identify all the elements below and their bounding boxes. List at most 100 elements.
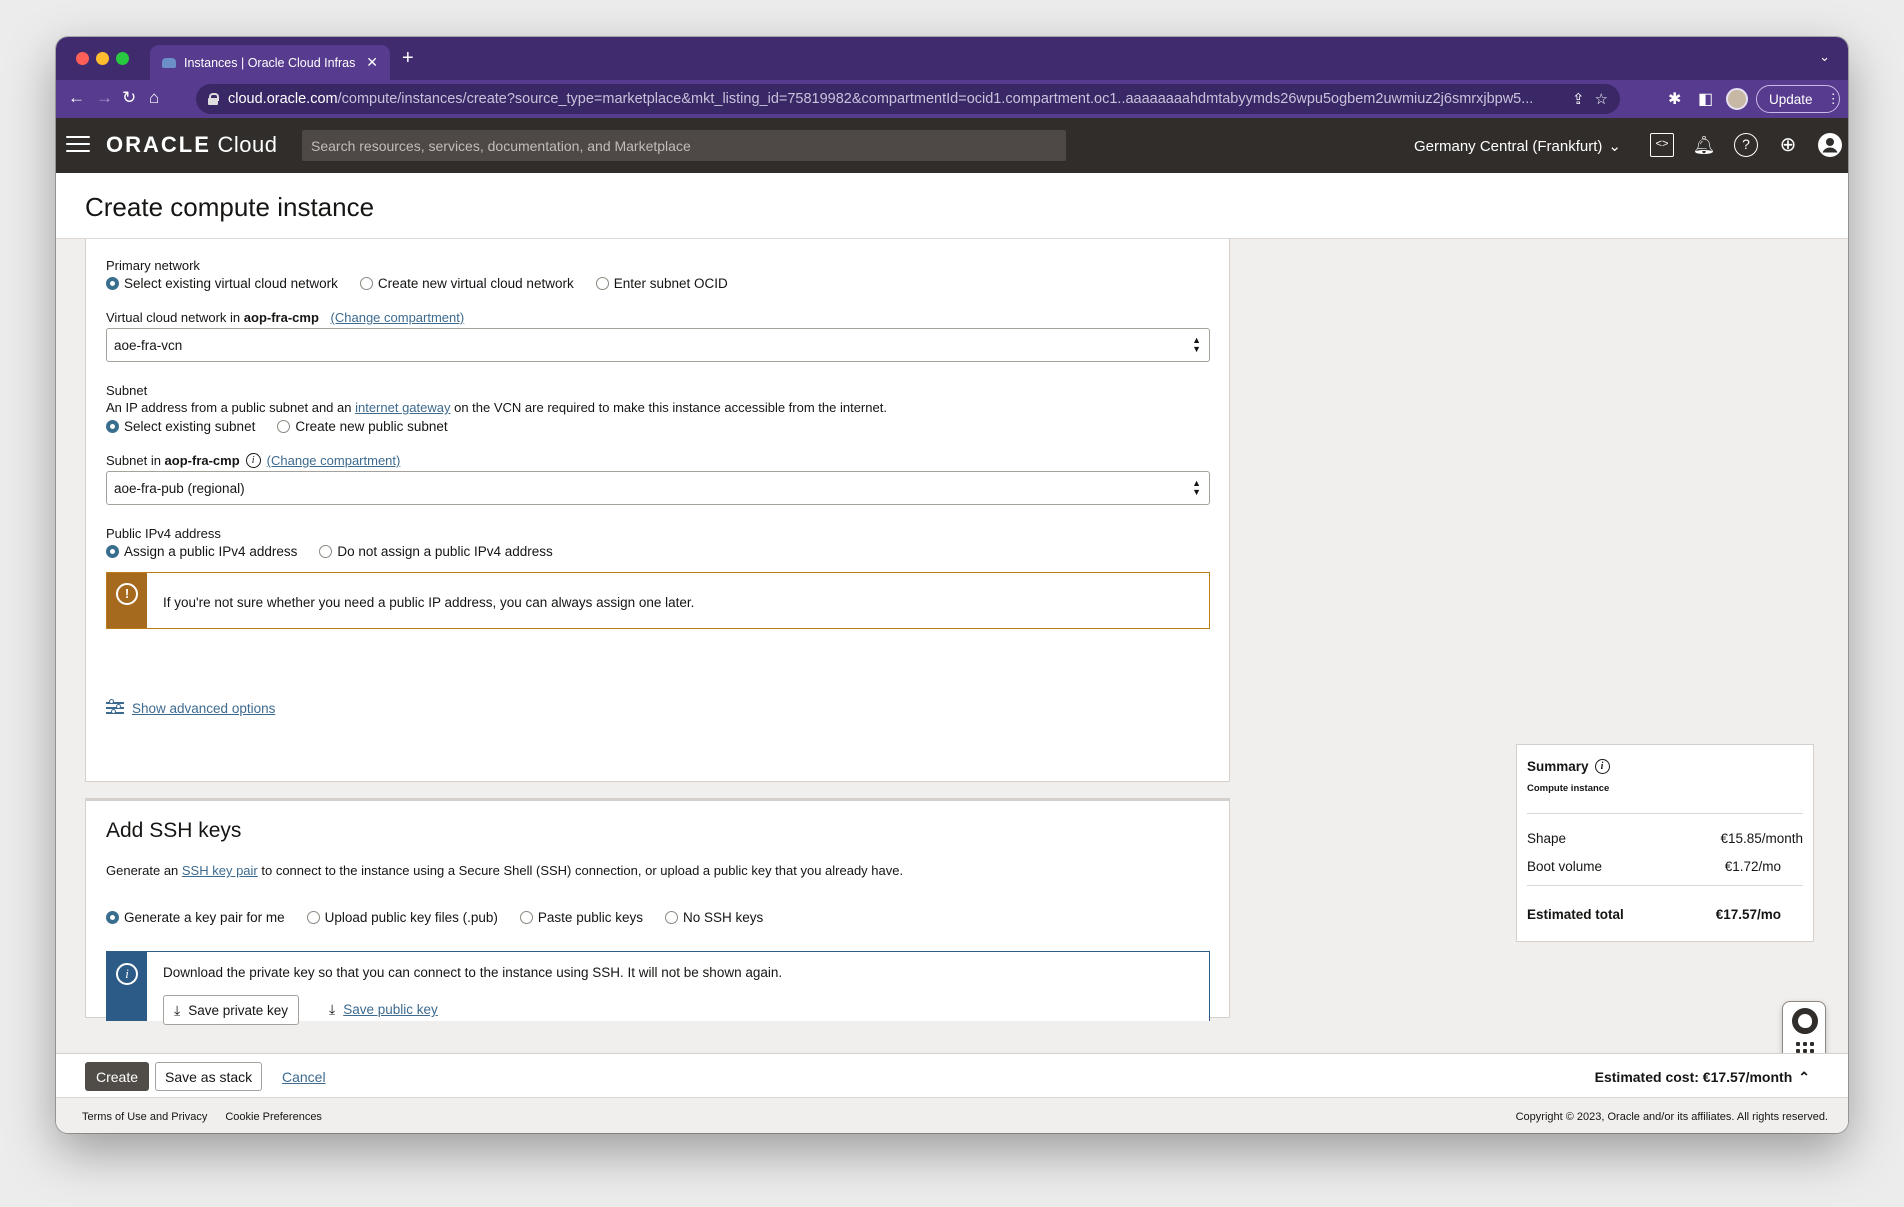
subnet-description: An IP address from a public subnet and a… xyxy=(106,400,887,415)
cloud-shell-icon[interactable]: <> xyxy=(1650,133,1674,157)
address-bar[interactable]: cloud.oracle.com/compute/instances/creat… xyxy=(196,84,1620,114)
minimize-window-button[interactable] xyxy=(96,52,109,65)
console-search-input[interactable]: Search resources, services, documentatio… xyxy=(302,130,1066,161)
profile-avatar[interactable] xyxy=(1726,88,1748,110)
share-icon[interactable]: ⇪ xyxy=(1572,90,1585,108)
radio-enter-subnet-ocid[interactable]: Enter subnet OCID xyxy=(595,276,728,291)
maximize-window-button[interactable] xyxy=(116,52,129,65)
update-button[interactable]: Update ⋮ xyxy=(1756,85,1840,113)
show-advanced-options[interactable]: Show advanced options xyxy=(106,699,275,716)
select-arrows-icon: ▲ ▼ xyxy=(1192,335,1201,354)
info-icon[interactable]: i xyxy=(1594,759,1610,774)
ssh-option-radio-group: Generate a key pair for me Upload public… xyxy=(106,910,763,925)
download-icon: ⤓ xyxy=(174,1001,181,1018)
radio-no-ssh-keys[interactable]: No SSH keys xyxy=(664,910,763,925)
tab-search-chevron-icon[interactable]: ⌄ xyxy=(1819,49,1830,65)
form-action-bar: Create Save as stack Cancel Estimated co… xyxy=(56,1053,1848,1097)
subnet-radio-group: Select existing subnet Create new public… xyxy=(106,419,448,434)
save-public-key-link[interactable]: ⤓ Save public key xyxy=(329,1001,438,1018)
url-text: cloud.oracle.com/compute/instances/creat… xyxy=(228,91,1534,107)
radio-create-public-subnet[interactable]: Create new public subnet xyxy=(277,419,448,434)
region-selector[interactable]: Germany Central (Frankfurt) ⌄ xyxy=(1414,137,1621,156)
vcn-change-compartment-link[interactable]: (Change compartment) xyxy=(331,310,465,325)
page-title-bar: Create compute instance xyxy=(56,173,1848,239)
page-footer: Terms of Use and Privacy Cookie Preferen… xyxy=(56,1097,1848,1133)
show-advanced-options-link[interactable]: Show advanced options xyxy=(132,701,275,716)
oracle-cloud-logo[interactable]: ORACLE Cloud xyxy=(106,132,278,158)
radio-generate-key-pair[interactable]: Generate a key pair for me xyxy=(106,910,285,925)
info-icon[interactable]: i xyxy=(245,453,261,468)
new-tab-button[interactable]: + xyxy=(402,47,414,70)
public-ipv4-radio-group: Assign a public IPv4 address Do not assi… xyxy=(106,544,553,559)
apps-grid-icon xyxy=(1796,1042,1814,1053)
extensions-puzzle-icon[interactable]: ✱ xyxy=(1668,89,1681,109)
user-profile-icon[interactable] xyxy=(1818,133,1842,157)
tab-strip: Instances | Oracle Cloud Infras ✕ + ⌄ xyxy=(56,37,1848,80)
navigation-menu-icon[interactable] xyxy=(66,136,90,154)
cancel-link[interactable]: Cancel xyxy=(282,1069,326,1085)
primary-network-label: Primary network xyxy=(106,258,200,273)
chevron-down-icon: ⌄ xyxy=(1608,138,1621,155)
help-question-icon[interactable]: ? xyxy=(1734,133,1758,157)
summary-panel: Summary i Compute instance Shape €15.85/m… xyxy=(1516,744,1814,942)
radio-no-public-ipv4[interactable]: Do not assign a public IPv4 address xyxy=(319,544,553,559)
subnet-compartment-label: Subnet in aop-fra-cmp i (Change compartm… xyxy=(106,453,401,468)
region-label: Germany Central (Frankfurt) xyxy=(1414,137,1603,155)
home-icon[interactable]: ⌂ xyxy=(149,88,159,108)
ssh-download-info-alert: i Download the private key so that you c… xyxy=(106,951,1210,1025)
radio-select-existing-subnet[interactable]: Select existing subnet xyxy=(106,419,255,434)
back-arrow-icon[interactable]: ← xyxy=(68,88,85,108)
kebab-menu-icon: ⋮ xyxy=(1826,91,1841,106)
page-content: Create compute instance Primary network … xyxy=(56,173,1848,1133)
radio-upload-public-key-files[interactable]: Upload public key files (.pub) xyxy=(306,910,498,925)
vcn-select[interactable]: aoe-fra-vcn ▲ ▼ xyxy=(106,328,1210,362)
create-button[interactable]: Create xyxy=(85,1062,150,1091)
subnet-select[interactable]: aoe-fra-pub (regional) ▲ ▼ xyxy=(106,471,1210,505)
notifications-bell-icon[interactable]: 🔔︎ xyxy=(1692,133,1716,157)
bookmark-star-icon[interactable]: ☆ xyxy=(1595,90,1608,108)
ssh-section-title: Add SSH keys xyxy=(106,819,242,842)
save-as-stack-button[interactable]: Save as stack xyxy=(155,1062,263,1091)
sliders-settings-icon xyxy=(106,699,124,716)
estimated-cost-toggle[interactable]: Estimated cost: €17.57/month ⌃ xyxy=(1595,1069,1810,1086)
save-private-key-button[interactable]: ⤓ Save private key xyxy=(163,995,300,1025)
browser-window: Instances | Oracle Cloud Infras ✕ + ⌄ ← … xyxy=(56,37,1848,1133)
tab-title: Instances | Oracle Cloud Infras xyxy=(184,55,356,70)
close-window-button[interactable] xyxy=(76,52,89,65)
subnet-select-value: aoe-fra-pub (regional) xyxy=(114,480,245,496)
subnet-change-compartment-link[interactable]: (Change compartment) xyxy=(267,453,401,468)
summary-row-shape: Shape €15.85/month xyxy=(1527,831,1803,846)
warning-exclamation-icon: ! xyxy=(116,583,138,605)
browser-toolbar: ← → ↻ ⌂ cloud.oracle.com/compute/instanc… xyxy=(56,80,1848,118)
summary-subtitle: Compute instance xyxy=(1527,783,1610,794)
subnet-label: Subnet xyxy=(106,383,148,398)
radio-select-existing-vcn[interactable]: Select existing virtual cloud network xyxy=(106,276,338,291)
info-circle-icon: i xyxy=(116,963,138,985)
lifebuoy-help-icon xyxy=(1792,1008,1818,1034)
tab-close-icon[interactable]: ✕ xyxy=(366,54,378,71)
radio-paste-public-keys[interactable]: Paste public keys xyxy=(519,910,643,925)
browser-tab-active[interactable]: Instances | Oracle Cloud Infras ✕ xyxy=(150,45,390,80)
ssh-keys-section: Add SSH keys Generate an SSH key pair to… xyxy=(85,798,1230,1025)
terms-of-use-link[interactable]: Terms of Use and Privacy xyxy=(82,1111,207,1123)
cookie-preferences-link[interactable]: Cookie Preferences xyxy=(225,1111,322,1123)
public-ip-warning-alert: ! If you're not sure whether you need a … xyxy=(106,572,1210,629)
chevron-up-icon: ⌃ xyxy=(1798,1069,1810,1085)
oracle-console-header: ORACLE Cloud Search resources, services,… xyxy=(56,118,1848,173)
ssh-key-pair-link[interactable]: SSH key pair xyxy=(182,863,258,878)
ssh-info-text: Download the private key so that you can… xyxy=(163,965,783,980)
internet-gateway-link[interactable]: internet gateway xyxy=(355,400,450,415)
reload-icon[interactable]: ↻ xyxy=(122,88,136,108)
page-title: Create compute instance xyxy=(85,192,375,222)
oracle-favicon-icon xyxy=(162,57,176,68)
forward-arrow-icon[interactable]: → xyxy=(96,88,113,108)
networking-section: Primary network Select existing virtual … xyxy=(85,239,1230,782)
ssh-description: Generate an SSH key pair to connect to t… xyxy=(106,863,904,878)
language-globe-icon[interactable]: ⊕ xyxy=(1776,133,1800,157)
vcn-compartment-label: Virtual cloud network in aop-fra-cmp (Ch… xyxy=(106,310,465,325)
radio-create-new-vcn[interactable]: Create new virtual cloud network xyxy=(359,276,574,291)
lock-icon xyxy=(208,93,219,105)
radio-assign-public-ipv4[interactable]: Assign a public IPv4 address xyxy=(106,544,297,559)
sidebar-panel-icon[interactable]: ◧ xyxy=(1698,89,1713,109)
update-label: Update xyxy=(1769,91,1813,107)
